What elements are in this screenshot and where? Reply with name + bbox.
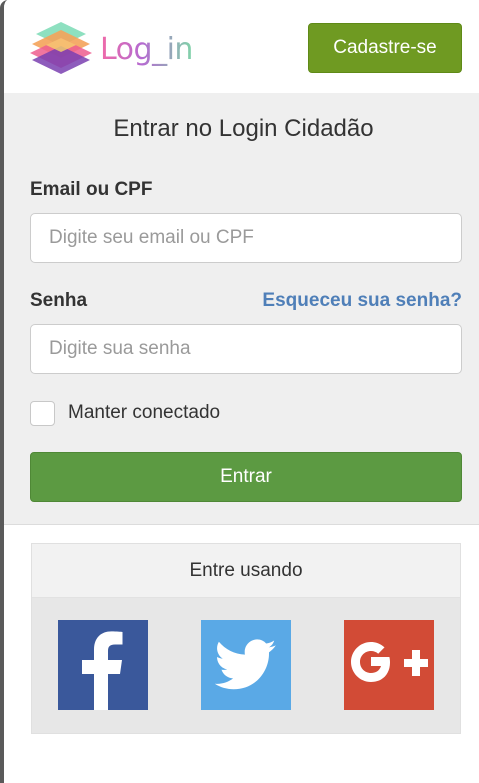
twitter-icon bbox=[215, 639, 276, 690]
page-title: Entrar no Login Cidadão bbox=[113, 115, 374, 142]
social-title: Entre usando bbox=[32, 544, 460, 598]
header: Log_in Cadastre-se bbox=[4, 0, 479, 93]
facebook-icon bbox=[82, 631, 123, 710]
logo-text: Log_in bbox=[100, 31, 193, 67]
password-label: Senha bbox=[30, 290, 88, 311]
google-plus-icon bbox=[351, 642, 428, 682]
google-plus-login-button[interactable] bbox=[344, 620, 434, 710]
twitter-login-button[interactable] bbox=[201, 620, 291, 710]
email-label: Email ou CPF bbox=[30, 179, 153, 200]
email-field[interactable] bbox=[30, 213, 462, 263]
facebook-login-button[interactable] bbox=[58, 620, 148, 710]
login-panel: Entrar no Login Cidadão Email ou CPF Sen… bbox=[4, 93, 479, 525]
forgot-password-link[interactable]: Esqueceu sua senha? bbox=[262, 290, 462, 312]
remember-checkbox[interactable] bbox=[30, 400, 55, 426]
logo: Log_in bbox=[28, 18, 198, 78]
remember-me[interactable]: Manter conectado bbox=[30, 399, 220, 427]
app-frame: Log_in Cadastre-se Entrar no Login Cidad… bbox=[0, 0, 479, 783]
login-button[interactable]: Entrar bbox=[30, 452, 462, 502]
social-login: Entre usando bbox=[31, 543, 461, 734]
password-field[interactable] bbox=[30, 324, 462, 374]
logo-cubes-icon bbox=[30, 22, 92, 74]
signup-button[interactable]: Cadastre-se bbox=[308, 23, 462, 73]
remember-label: Manter conectado bbox=[68, 402, 221, 423]
